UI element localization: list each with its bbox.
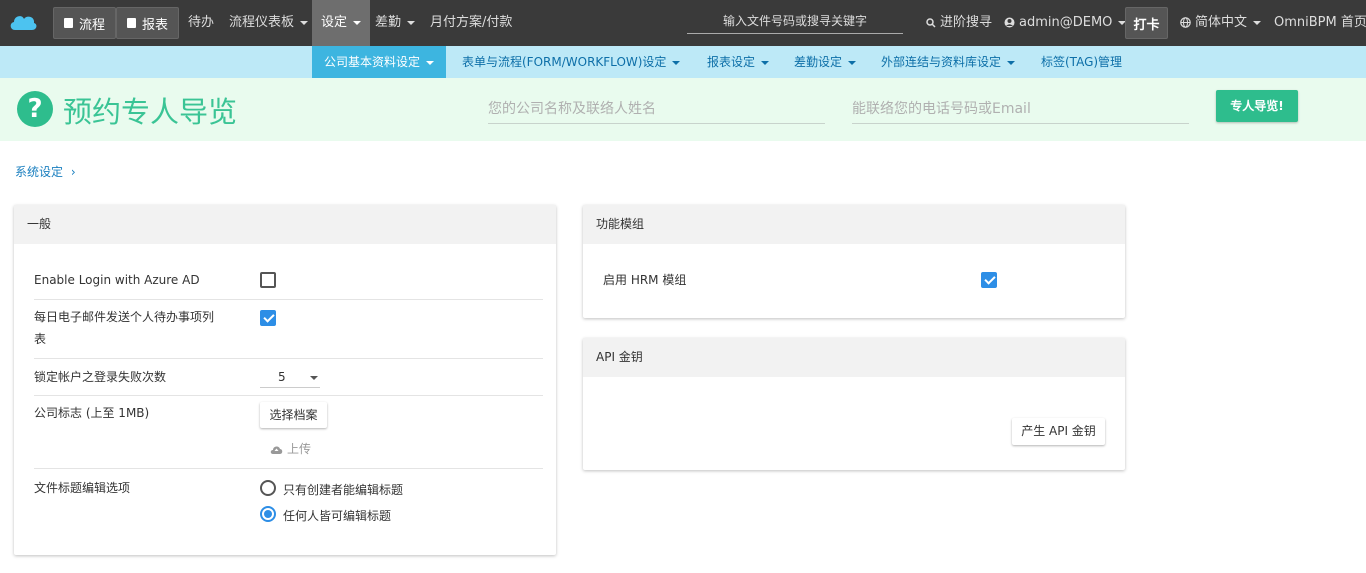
nav-billing-label: 月付方案/付款 bbox=[430, 15, 513, 30]
chevron-down-icon bbox=[761, 60, 770, 65]
nav-attendance-label: 差勤 bbox=[375, 15, 402, 30]
clock-in-button[interactable]: 打卡 bbox=[1125, 7, 1168, 39]
advanced-search-link[interactable]: 进阶搜寻 bbox=[926, 0, 992, 46]
subnav-label: 标签(TAG)管理 bbox=[1041, 55, 1123, 69]
chevron-down-icon bbox=[426, 60, 435, 65]
daily-email-label: 每日电子邮件发送个人待办事项列 表 bbox=[34, 306, 214, 350]
nav-attendance[interactable]: 差勤 bbox=[375, 0, 416, 46]
nav-todo[interactable]: 待办 bbox=[188, 0, 214, 46]
nav-settings[interactable]: 设定 bbox=[312, 0, 371, 46]
azure-login-row: Enable Login with Azure AD bbox=[34, 263, 543, 300]
daily-email-label-line1: 每日电子邮件发送个人待办事项列 bbox=[34, 310, 215, 324]
home-link-label: OmniBPM 首页 bbox=[1274, 15, 1366, 30]
company-logo-label: 公司标志 (上至 1MB) bbox=[34, 406, 150, 420]
chevron-down-icon bbox=[1253, 20, 1262, 25]
company-name-field[interactable] bbox=[488, 95, 825, 124]
book-demo-button[interactable]: 专人导览! bbox=[1216, 90, 1298, 122]
hrm-module-checkbox[interactable] bbox=[981, 272, 997, 288]
nav-billing[interactable]: 月付方案/付款 bbox=[430, 0, 512, 46]
demo-booking-banner: ? 预约专人导览 专人导览! bbox=[0, 78, 1366, 141]
lockout-count-select[interactable]: 5 bbox=[260, 368, 320, 388]
chevron-down-icon bbox=[300, 20, 309, 25]
modules-panel: 功能模组 启用 HRM 模组 bbox=[583, 205, 1125, 318]
cloud-upload-icon bbox=[270, 445, 283, 454]
panel-title: API 金钥 bbox=[583, 338, 1125, 377]
subnav-label: 外部连结与资料库设定 bbox=[881, 55, 1002, 69]
title-edit-label: 文件标题编辑选项 bbox=[34, 481, 131, 495]
subnav-external-links[interactable]: 外部连结与资料库设定 bbox=[881, 46, 1016, 78]
subnav-label: 报表设定 bbox=[707, 55, 756, 69]
upload-label: 上传 bbox=[287, 442, 312, 456]
radio-anyone[interactable] bbox=[260, 506, 276, 522]
user-menu-label: admin@DEMO bbox=[1019, 15, 1113, 30]
user-icon bbox=[1004, 17, 1015, 28]
company-logo-row: 公司标志 (上至 1MB) 选择档案 上传 bbox=[34, 396, 543, 469]
lockout-label: 锁定帐户之登录失败次数 bbox=[34, 370, 167, 384]
top-navbar: 流程 报表 待办 流程仪表板 设定 差勤 月付方案/付款 输入文件号码或搜寻关键… bbox=[0, 0, 1366, 46]
cloud-logo-icon[interactable] bbox=[8, 10, 38, 34]
banner-title: 预约专人导览 bbox=[63, 95, 238, 129]
subnav-label: 表单与流程(FORM/WORKFLOW)设定 bbox=[462, 55, 667, 69]
azure-login-label: Enable Login with Azure AD bbox=[34, 273, 200, 287]
nav-todo-label: 待办 bbox=[188, 15, 215, 30]
api-key-panel: API 金钥 产生 API 金钥 bbox=[583, 338, 1125, 470]
panel-title: 功能模组 bbox=[583, 205, 1125, 244]
search-icon bbox=[926, 17, 936, 28]
radio-creator-only[interactable] bbox=[260, 480, 276, 496]
chevron-down-icon bbox=[848, 60, 857, 65]
workflow-button[interactable]: 流程 bbox=[53, 7, 117, 39]
subnav-tag-management[interactable]: 标签(TAG)管理 bbox=[1041, 46, 1122, 78]
globe-icon bbox=[1180, 17, 1191, 28]
report-button[interactable]: 报表 bbox=[116, 7, 180, 39]
settings-subnav: 公司基本资料设定 表单与流程(FORM/WORKFLOW)设定 报表设定 差勤设… bbox=[0, 46, 1366, 78]
nav-dashboard[interactable]: 流程仪表板 bbox=[229, 0, 309, 46]
contact-field[interactable] bbox=[852, 95, 1189, 124]
language-label: 简体中文 bbox=[1195, 15, 1248, 30]
report-button-label: 报表 bbox=[142, 17, 169, 33]
breadcrumb-system-settings[interactable]: 系统设定 bbox=[15, 165, 63, 179]
user-menu[interactable]: admin@DEMO bbox=[1004, 0, 1127, 46]
language-menu[interactable]: 简体中文 bbox=[1180, 0, 1262, 46]
generate-api-key-button[interactable]: 产生 API 金钥 bbox=[1012, 418, 1105, 445]
document-icon bbox=[64, 18, 73, 28]
chevron-down-icon bbox=[672, 60, 681, 65]
lockout-count-value: 5 bbox=[278, 370, 286, 384]
radio-anyone-label[interactable]: 任何人皆可编辑标题 bbox=[283, 507, 391, 524]
subnav-form-workflow[interactable]: 表单与流程(FORM/WORKFLOW)设定 bbox=[462, 46, 681, 78]
general-settings-panel: 一般 Enable Login with Azure AD 每日电子邮件发送个人… bbox=[14, 205, 556, 555]
hrm-module-label: 启用 HRM 模组 bbox=[603, 273, 687, 287]
chevron-down-icon bbox=[310, 376, 318, 380]
report-icon bbox=[127, 18, 136, 28]
subnav-label: 差勤设定 bbox=[794, 55, 843, 69]
workflow-button-label: 流程 bbox=[79, 17, 106, 33]
panel-title: 一般 bbox=[14, 205, 556, 244]
daily-email-checkbox[interactable] bbox=[260, 310, 276, 326]
chevron-down-icon bbox=[1007, 60, 1016, 65]
azure-login-checkbox[interactable] bbox=[260, 272, 276, 288]
title-edit-row: 文件标题编辑选项 只有创建者能编辑标题 任何人皆可编辑标题 bbox=[34, 469, 543, 549]
daily-email-row: 每日电子邮件发送个人待办事项列 表 bbox=[34, 300, 543, 359]
chevron-down-icon bbox=[407, 20, 416, 25]
radio-creator-only-label[interactable]: 只有创建者能编辑标题 bbox=[283, 481, 403, 498]
search-input[interactable]: 输入文件号码或搜寻关键字 bbox=[687, 8, 903, 34]
subnav-attendance-settings[interactable]: 差勤设定 bbox=[794, 46, 857, 78]
breadcrumb: 系统设定 › bbox=[15, 163, 76, 180]
chevron-right-icon: › bbox=[70, 165, 76, 179]
nav-settings-label: 设定 bbox=[321, 15, 348, 30]
daily-email-label-line2: 表 bbox=[34, 332, 47, 346]
question-icon: ? bbox=[17, 91, 53, 127]
home-link[interactable]: OmniBPM 首页 bbox=[1274, 0, 1366, 46]
upload-button[interactable]: 上传 bbox=[270, 440, 311, 457]
chevron-down-icon bbox=[353, 20, 362, 25]
advanced-search-label: 进阶搜寻 bbox=[940, 15, 993, 30]
subnav-label: 公司基本资料设定 bbox=[324, 55, 421, 69]
choose-file-button[interactable]: 选择档案 bbox=[260, 402, 327, 428]
lockout-row: 锁定帐户之登录失败次数 5 bbox=[34, 359, 543, 396]
subnav-report-settings[interactable]: 报表设定 bbox=[707, 46, 770, 78]
nav-dashboard-label: 流程仪表板 bbox=[229, 15, 295, 30]
subnav-company-settings[interactable]: 公司基本资料设定 bbox=[312, 46, 447, 78]
